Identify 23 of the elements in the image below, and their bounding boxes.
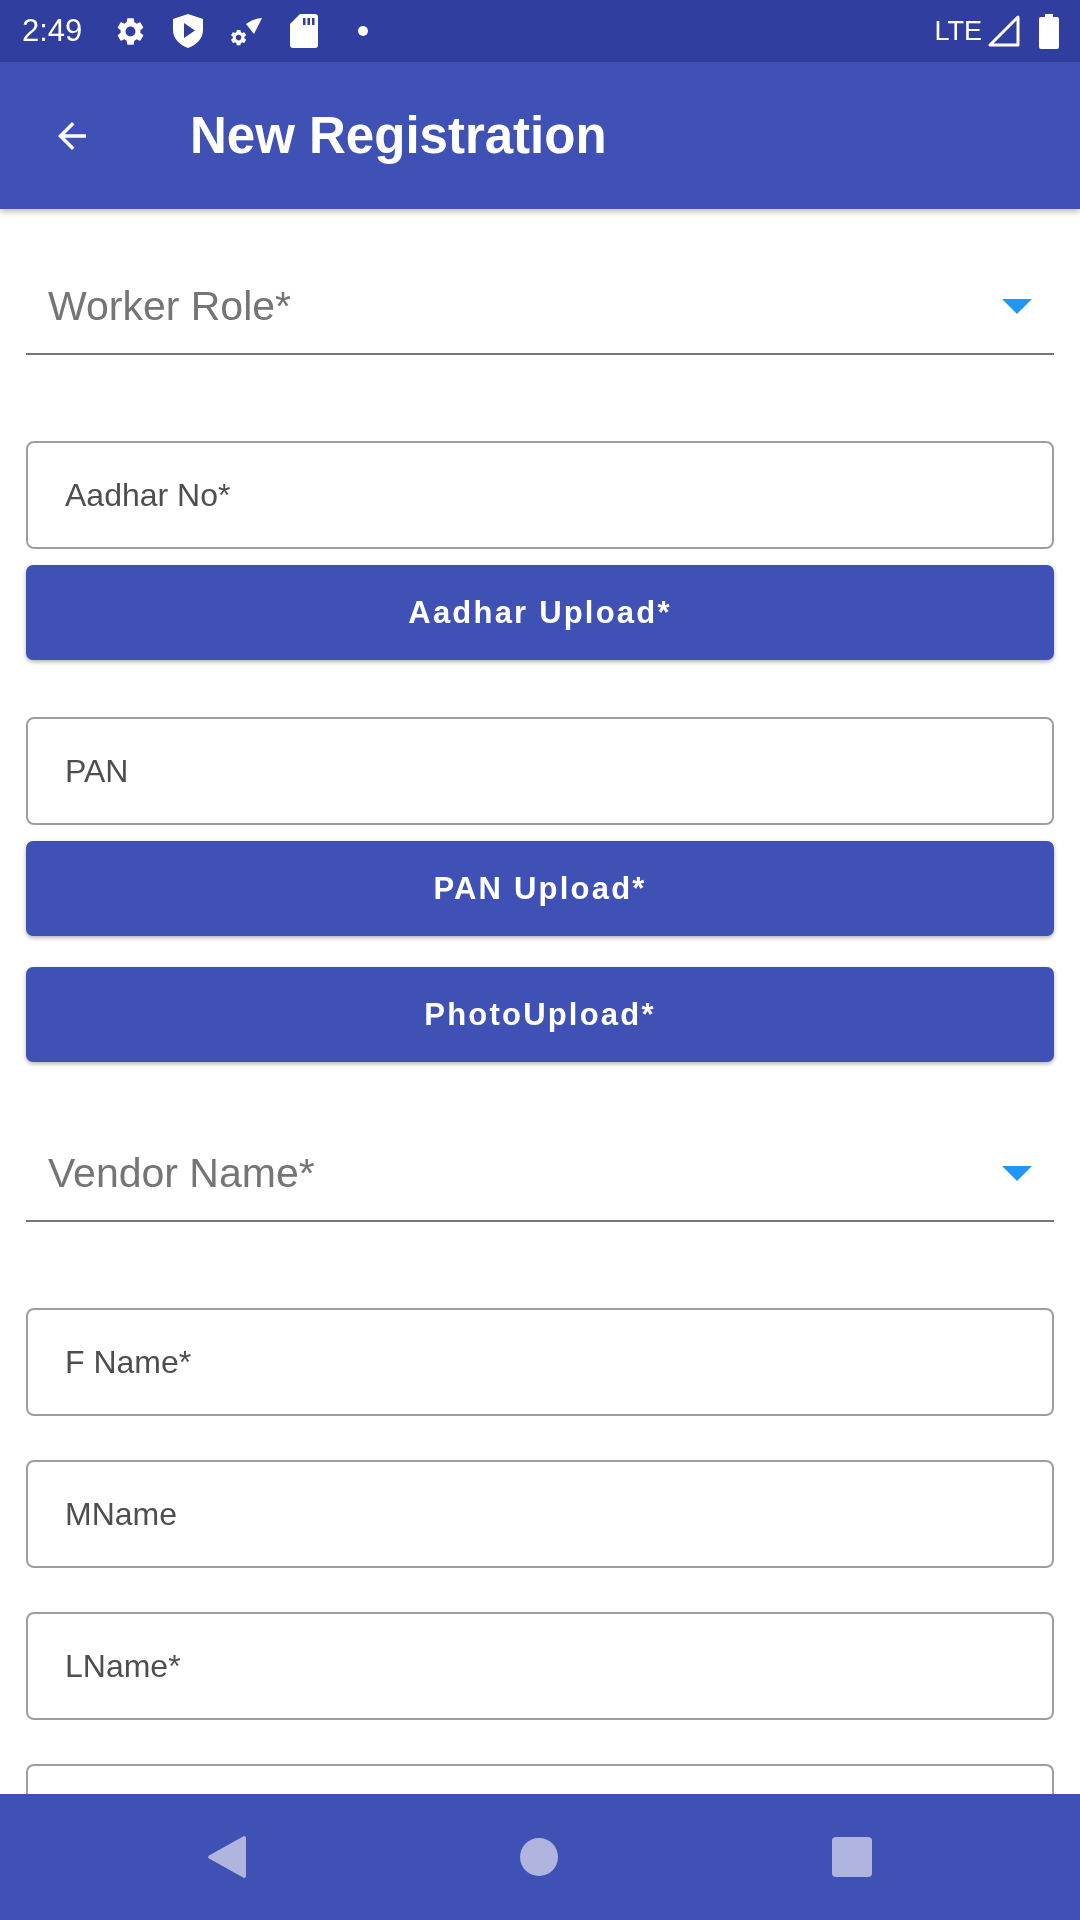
caret-down-icon bbox=[1002, 298, 1032, 314]
text-input-field[interactable]: PAN bbox=[26, 717, 1054, 825]
upload-button[interactable]: Aadhar Upload* bbox=[26, 565, 1054, 660]
sd-card-icon bbox=[290, 14, 319, 48]
text-input-field[interactable]: Aadhar No* bbox=[26, 441, 1054, 549]
back-icon[interactable] bbox=[208, 1836, 246, 1878]
text-input-field[interactable]: MName bbox=[26, 1460, 1054, 1568]
upload-button[interactable]: PhotoUpload* bbox=[26, 967, 1054, 1062]
screen-title: New Registration bbox=[190, 106, 607, 165]
text-input-field[interactable]: LName* bbox=[26, 1612, 1054, 1720]
text-input-field[interactable] bbox=[26, 1764, 1054, 1794]
signal-icon bbox=[988, 15, 1020, 47]
text-input-field[interactable]: F Name* bbox=[26, 1308, 1054, 1416]
dropdown-field[interactable]: Worker Role* bbox=[26, 259, 1054, 355]
dropdown-field[interactable]: Vendor Name* bbox=[26, 1126, 1054, 1222]
dot-icon bbox=[358, 26, 369, 36]
upload-button[interactable]: PAN Upload* bbox=[26, 841, 1054, 936]
status-time: 2:49 bbox=[22, 13, 83, 49]
caret-down-icon bbox=[1002, 1165, 1032, 1181]
home-icon[interactable] bbox=[520, 1838, 558, 1876]
shield-play-icon bbox=[173, 14, 204, 48]
battery-icon bbox=[1039, 13, 1059, 49]
network-type: LTE bbox=[934, 15, 982, 47]
